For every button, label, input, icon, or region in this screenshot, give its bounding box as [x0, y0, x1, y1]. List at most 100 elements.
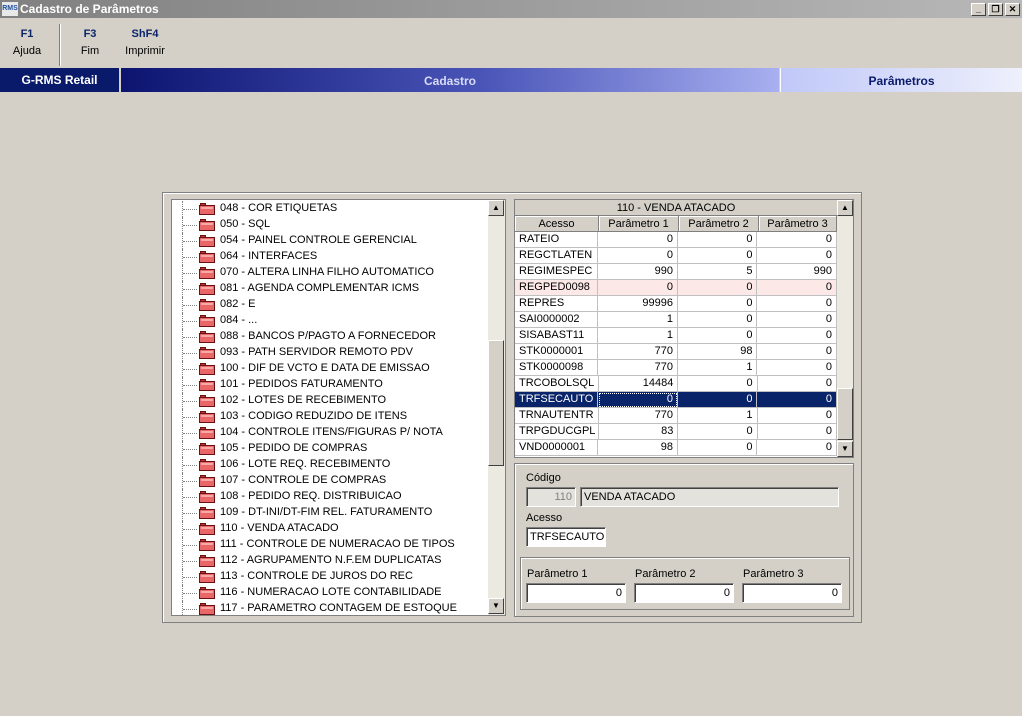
grid-cell[interactable]: 0 [677, 248, 758, 264]
param1-field[interactable]: 0 [526, 583, 626, 603]
tree-item[interactable]: 104 - CONTROLE ITENS/FIGURAS P/ NOTA [172, 425, 488, 441]
grid-cell[interactable]: TRFSECAUTO [515, 392, 599, 408]
grid-row[interactable]: VND0000001 98 0 0 [515, 440, 837, 456]
grid-scrollbar[interactable]: ▲ ▼ [837, 200, 853, 457]
grid-cell[interactable]: 770 [598, 408, 679, 424]
minimize-button[interactable]: _ [971, 2, 986, 16]
tree-item[interactable]: 105 - PEDIDO DE COMPRAS [172, 441, 488, 457]
tree-item[interactable]: 048 - COR ETIQUETAS [172, 201, 488, 217]
tree-item[interactable]: 064 - INTERFACES [172, 249, 488, 265]
grid-cell[interactable]: 1 [677, 360, 758, 376]
grid-cell[interactable]: 0 [757, 376, 837, 392]
tree-item[interactable]: 102 - LOTES DE RECEBIMENTO [172, 393, 488, 409]
exit-button[interactable]: F3 Fim [76, 28, 104, 57]
tree-item[interactable]: 103 - CODIGO REDUZIDO DE ITENS [172, 409, 488, 425]
col-param3[interactable]: Parâmetro 3 [759, 216, 837, 232]
grid-cell[interactable]: 0 [598, 248, 678, 264]
tree-item[interactable]: 081 - AGENDA COMPLEMENTAR ICMS [172, 281, 488, 297]
grid-cell[interactable]: 83 [599, 424, 679, 440]
grid-scroll-down-icon[interactable]: ▼ [837, 441, 853, 457]
tree-item[interactable]: 101 - PEDIDOS FATURAMENTO [172, 377, 488, 393]
grid-cell[interactable]: 0 [757, 248, 837, 264]
print-button[interactable]: ShF4 Imprimir [122, 28, 168, 57]
tree-item[interactable]: 054 - PAINEL CONTROLE GERENCIAL [172, 233, 488, 249]
grid-cell[interactable]: 990 [757, 264, 837, 280]
restore-button[interactable]: ❐ [988, 2, 1003, 16]
grid-cell[interactable]: 0 [598, 280, 678, 296]
grid-cell[interactable]: 0 [677, 440, 758, 456]
grid-cell[interactable]: 0 [677, 232, 758, 248]
grid-cell[interactable]: SAI0000002 [515, 312, 599, 328]
tree-item[interactable]: 108 - PEDIDO REQ. DISTRIBUICAO [172, 489, 488, 505]
grid-cell[interactable]: 0 [757, 296, 837, 312]
grid-cell[interactable]: 0 [757, 408, 838, 424]
acesso-field[interactable]: TRFSECAUTO [526, 527, 606, 547]
col-param2[interactable]: Parâmetro 2 [679, 216, 759, 232]
grid-cell[interactable]: SISABAST11 [515, 328, 599, 344]
grid-cell[interactable]: 0 [677, 296, 758, 312]
grid-cell[interactable]: 14484 [599, 376, 679, 392]
grid-cell[interactable]: 98 [677, 344, 758, 360]
tree-item[interactable]: 116 - NUMERACAO LOTE CONTABILIDADE [172, 585, 488, 601]
grid-cell[interactable]: TRCOBOLSQL [515, 376, 599, 392]
grid-cell[interactable]: 98 [598, 440, 678, 456]
grid-cell[interactable]: 0 [757, 360, 837, 376]
grid-cell[interactable]: 0 [757, 232, 837, 248]
grid-cell[interactable]: 0 [757, 328, 837, 344]
grid-cell[interactable]: STK0000001 [515, 344, 599, 360]
grid-cell[interactable]: REGPED0098 [515, 280, 599, 296]
grid-row[interactable]: SAI0000002 1 0 0 [515, 312, 837, 328]
grid-cell[interactable]: 770 [598, 344, 678, 360]
grid-cell[interactable]: 0 [677, 392, 758, 408]
grid-scroll-up-icon[interactable]: ▲ [837, 200, 853, 216]
grid-cell[interactable]: 0 [757, 312, 837, 328]
grid-row[interactable]: STK0000098 770 1 0 [515, 360, 837, 376]
tree-scroll-thumb[interactable] [488, 340, 504, 466]
grid-cell[interactable]: 0 [677, 312, 758, 328]
tree-item[interactable]: 110 - VENDA ATACADO [172, 521, 488, 537]
grid-row[interactable]: REGIMESPEC 990 5 990 [515, 264, 837, 280]
grid-cell[interactable]: 0 [757, 344, 837, 360]
tree-item[interactable]: 093 - PATH SERVIDOR REMOTO PDV [172, 345, 488, 361]
close-button[interactable]: ✕ [1005, 2, 1020, 16]
grid-row[interactable]: SISABAST11 1 0 0 [515, 328, 837, 344]
tree-item[interactable]: 088 - BANCOS P/PAGTO A FORNECEDOR [172, 329, 488, 345]
grid-row[interactable]: TRNAUTENTR 770 1 0 [515, 408, 838, 424]
param3-field[interactable]: 0 [742, 583, 842, 603]
grid-cell[interactable]: 0 [677, 280, 758, 296]
grid-cell[interactable]: 990 [598, 264, 678, 280]
grid-cell[interactable]: 5 [677, 264, 758, 280]
tree-item[interactable]: 050 - SQL [172, 217, 488, 233]
grid-cell[interactable]: 0 [598, 392, 678, 408]
col-param1[interactable]: Parâmetro 1 [599, 216, 679, 232]
tree-scrollbar[interactable]: ▲ ▼ [488, 200, 505, 615]
grid-cell[interactable]: 0 [757, 280, 837, 296]
grid-cell[interactable]: REGCTLATEN [515, 248, 599, 264]
grid-cell[interactable]: 0 [678, 424, 758, 440]
tree-item[interactable]: 107 - CONTROLE DE COMPRAS [172, 473, 488, 489]
grid-cell[interactable]: REPRES [515, 296, 599, 312]
grid-row[interactable]: TRPGDUCGPL 83 0 0 [515, 424, 837, 440]
tree-item[interactable]: 109 - DT-INI/DT-FIM REL. FATURAMENTO [172, 505, 488, 521]
tree-item[interactable]: 113 - CONTROLE DE JUROS DO REC [172, 569, 488, 585]
tree-item[interactable]: 106 - LOTE REQ. RECEBIMENTO [172, 457, 488, 473]
grid-row[interactable]: REGCTLATEN 0 0 0 [515, 248, 837, 264]
grid-row[interactable]: REPRES 99996 0 0 [515, 296, 837, 312]
grid-cell[interactable]: RATEIO [515, 232, 599, 248]
grid-cell[interactable]: 0 [598, 232, 678, 248]
parameter-grid[interactable]: 110 - VENDA ATACADO Acesso Parâmetro 1 P… [514, 199, 854, 458]
grid-cell[interactable]: 0 [678, 376, 758, 392]
tree-item[interactable]: 117 - PARAMETRO CONTAGEM DE ESTOQUE [172, 601, 488, 615]
tree-item[interactable]: 082 - E [172, 297, 488, 313]
grid-cell[interactable]: 0 [757, 392, 837, 408]
grid-cell[interactable]: TRPGDUCGPL [515, 424, 599, 440]
grid-cell[interactable]: STK0000098 [515, 360, 599, 376]
grid-cell[interactable]: 1 [598, 312, 678, 328]
scroll-down-icon[interactable]: ▼ [488, 598, 504, 614]
tree-item[interactable]: 084 - ... [172, 313, 488, 329]
tree-item[interactable]: 112 - AGRUPAMENTO N.F.EM DUPLICATAS [172, 553, 488, 569]
help-button[interactable]: F1 Ajuda [10, 28, 44, 57]
grid-row[interactable]: STK0000001 770 98 0 [515, 344, 837, 360]
grid-cell[interactable]: REGIMESPEC [515, 264, 599, 280]
grid-cell[interactable]: 0 [757, 424, 837, 440]
